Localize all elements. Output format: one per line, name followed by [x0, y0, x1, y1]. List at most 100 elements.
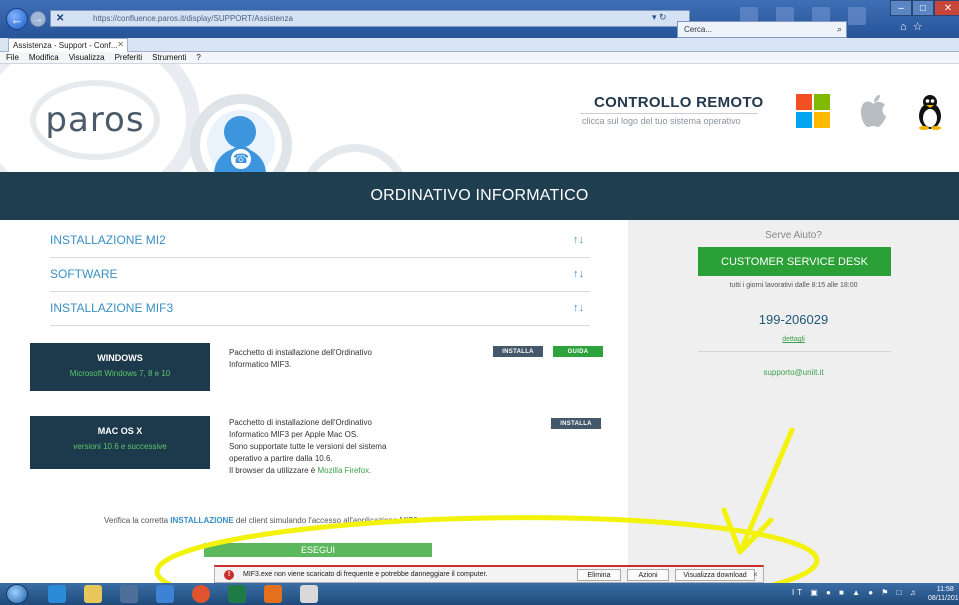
download-warning-message: MIF3.exe non viene scaricato di frequent…	[243, 571, 488, 578]
accordion-label: INSTALLAZIONE MIF3	[50, 301, 174, 315]
search-input[interactable]: Cerca... ⌕	[677, 21, 847, 38]
divider	[698, 351, 891, 352]
ie-taskbar-icon[interactable]	[48, 585, 66, 603]
app-taskbar-icon[interactable]	[300, 585, 318, 603]
search-icon[interactable]: ⌕	[837, 24, 842, 35]
verify-suffix: del client simulando l'accesso all'appli…	[235, 516, 418, 525]
customer-service-desk-button[interactable]: CUSTOMER SERVICE DESK	[698, 247, 891, 276]
accordion: INSTALLAZIONE MI2 ↑↓ SOFTWARE ↑↓ INSTALL…	[50, 224, 590, 326]
browser-note: Il browser da utilizzare è Mozilla Firef…	[229, 465, 409, 477]
support-email-link[interactable]: supporto@uniit.it	[628, 368, 959, 377]
toolbar-icon[interactable]	[848, 7, 866, 25]
arrow-left-icon: ←	[10, 11, 24, 27]
accordion-label: INSTALLAZIONE MI2	[50, 233, 166, 247]
remote-control-title: CONTROLLO REMOTO	[594, 94, 764, 111]
sort-arrows-icon: ↑↓	[573, 234, 584, 246]
windows-description: Pacchetto di installazione dell'Ordinati…	[229, 348, 372, 369]
media-taskbar-icon[interactable]	[120, 585, 138, 603]
actions-button[interactable]: Azioni	[627, 569, 669, 581]
close-icon[interactable]: ×	[753, 570, 758, 579]
os-name: WINDOWS	[97, 353, 143, 363]
decorative-ring	[300, 144, 410, 172]
window-controls: – □ ✕	[890, 0, 959, 16]
arrow-right-icon: →	[33, 13, 43, 25]
home-icon[interactable]: ⌂	[900, 21, 913, 33]
mac-card: MAC OS X versioni 10.6 e successive	[30, 416, 210, 469]
details-link[interactable]: dettagli	[628, 336, 959, 343]
install-mac-button[interactable]: INSTALLA	[551, 418, 601, 429]
help-hours: tutti i giorni lavorativi dalle 8:15 all…	[729, 282, 858, 289]
menu-item-preferiti[interactable]: Preferiti	[115, 53, 143, 63]
close-window-button[interactable]: ✕	[934, 0, 959, 16]
remote-control-subtitle: clicca sul logo del tuo sistema operativ…	[582, 116, 741, 126]
system-tray: IT ▣ ● ■ ▲ ● ⚑ □ ♫	[792, 588, 919, 597]
menu-item-strumenti[interactable]: Strumenti	[152, 53, 186, 63]
verify-installation-text: Verifica la corretta INSTALLAZIONE del c…	[104, 516, 418, 525]
help-phone: 199-206029	[758, 312, 829, 327]
forward-button[interactable]: →	[30, 11, 46, 27]
address-bar[interactable]: ✕ https://confluence.paros.it/display/SU…	[50, 10, 690, 27]
delete-button[interactable]: Elimina	[577, 569, 621, 581]
maximize-button[interactable]: □	[912, 0, 934, 16]
accordion-item-installazione-mi2[interactable]: INSTALLAZIONE MI2 ↑↓	[50, 224, 590, 258]
view-downloads-button[interactable]: Visualizza download	[675, 569, 755, 581]
banner-title: ORDINATIVO INFORMATICO	[370, 187, 589, 204]
section-banner: ORDINATIVO INFORMATICO	[0, 172, 959, 220]
sort-arrows-icon: ↑↓	[573, 302, 584, 314]
windows-logo-tile	[796, 112, 812, 128]
menu-item-help[interactable]: ?	[196, 53, 200, 63]
screenshot-root: { "browser": { "url": "https://confluenc…	[0, 0, 959, 605]
accordion-item-software[interactable]: SOFTWARE ↑↓	[50, 258, 590, 292]
help-title: Serve Aiuto?	[765, 230, 822, 241]
verify-bold: INSTALLAZIONE	[170, 516, 234, 525]
browser-tab-active[interactable]: Assistenza - Support - Conf... ✕	[8, 38, 128, 52]
search-placeholder: Cerca...	[684, 25, 713, 34]
menu-item-file[interactable]: File	[6, 53, 19, 63]
apple-logo-icon[interactable]	[858, 94, 888, 138]
verify-prefix: Verifica la corretta	[104, 516, 169, 525]
menu-item-modifica[interactable]: Modifica	[29, 53, 59, 63]
guide-button[interactable]: GUIDA	[553, 346, 603, 357]
mac-desc-line: Sono supportate tutte le versioni del si…	[229, 442, 387, 451]
windows-logo-tile	[814, 94, 830, 110]
start-button[interactable]	[6, 584, 28, 604]
paros-logo[interactable]: paros	[30, 80, 160, 160]
logo-text: paros	[45, 100, 145, 140]
windows-logo-icon[interactable]	[796, 94, 830, 128]
explorer-taskbar-icon[interactable]	[84, 585, 102, 603]
minimize-button[interactable]: –	[890, 0, 912, 16]
phone-icon: ☎	[228, 146, 254, 172]
browser-tools: ⌂☆	[900, 20, 929, 33]
favorites-star-icon[interactable]: ☆	[913, 21, 929, 33]
windows-logo-tile	[796, 94, 812, 110]
excel-taskbar-icon[interactable]	[228, 585, 246, 603]
accordion-label: SOFTWARE	[50, 267, 118, 281]
taskbar-clock[interactable]: 11:58 08/11/2016	[928, 585, 959, 603]
support-person-icon	[224, 116, 256, 148]
divider	[580, 113, 758, 114]
windows-card: WINDOWS Microsoft Windows 7, 8 e 10	[30, 343, 210, 391]
warning-shield-icon: !	[224, 570, 234, 580]
accordion-item-installazione-mif3[interactable]: INSTALLAZIONE MIF3 ↑↓	[50, 292, 590, 326]
language-indicator[interactable]: IT	[792, 588, 805, 597]
tab-close-icon[interactable]: ✕	[117, 40, 124, 49]
mac-desc-line: Informatico MIF3 per Apple Mac OS.	[229, 430, 359, 439]
chrome-taskbar-icon[interactable]	[192, 585, 210, 603]
firefox-link[interactable]: Mozilla Firefox.	[318, 466, 372, 475]
install-windows-button[interactable]: INSTALLA	[493, 346, 543, 357]
os-versions: versioni 10.6 e successive	[73, 442, 167, 451]
app-taskbar-icon[interactable]	[156, 585, 174, 603]
windows-logo-tile	[814, 112, 830, 128]
menu-bar: File Modifica Visualizza Preferiti Strum…	[0, 52, 959, 64]
mac-desc-line: Pacchetto di installazione dell'Ordinati…	[229, 418, 372, 427]
linux-tux-icon[interactable]	[915, 94, 945, 130]
web-page: paros ☎ CONTROLLO REMOTO clicca sul logo…	[0, 64, 959, 583]
tab-title: Assistenza - Support - Conf...	[13, 41, 118, 50]
back-button[interactable]: ←	[6, 8, 28, 30]
menu-item-visualizza[interactable]: Visualizza	[69, 53, 105, 63]
site-favicon-icon: ✕	[56, 13, 65, 24]
sort-arrows-icon: ↑↓	[573, 268, 584, 280]
firefox-taskbar-icon[interactable]	[264, 585, 282, 603]
clock-date: 08/11/2016	[928, 595, 959, 602]
run-button[interactable]: ESEGUI	[204, 543, 432, 557]
